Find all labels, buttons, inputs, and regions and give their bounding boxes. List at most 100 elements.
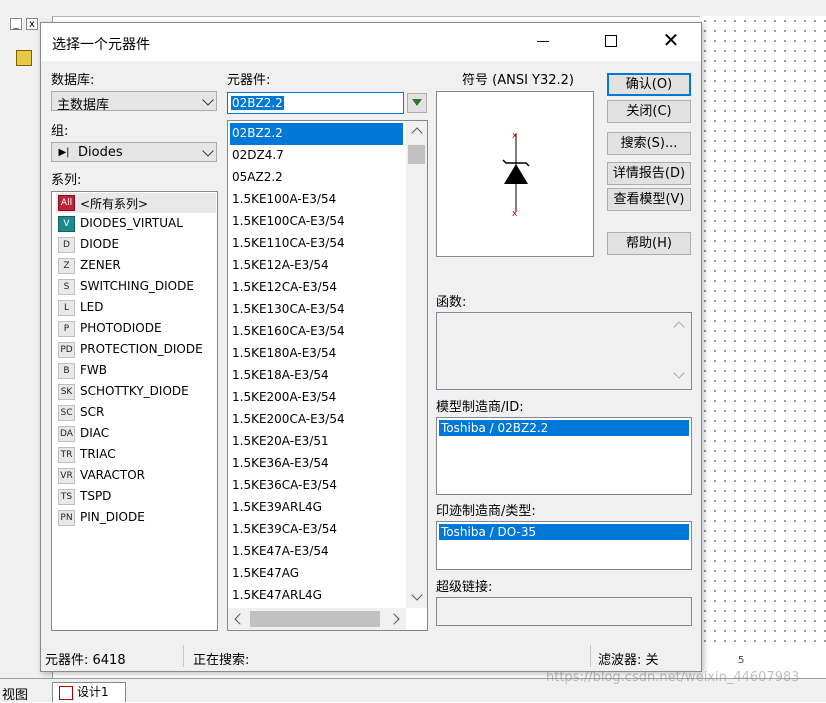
diode-icon: D	[58, 237, 75, 253]
component-vscrollbar[interactable]	[406, 121, 427, 608]
component-item[interactable]: 1.5KE47AG	[230, 563, 403, 585]
component-item[interactable]: 1.5KE160CA-E3/54	[230, 321, 403, 343]
filter-status: 滤波器: 关	[598, 653, 659, 668]
series-item-fwb[interactable]: B FWB	[56, 361, 216, 381]
model-label: 模型制造商/ID:	[436, 400, 524, 415]
series-item-label: <所有系列>	[80, 197, 149, 211]
series-item-all[interactable]: All <所有系列>	[56, 193, 216, 213]
series-item-zener[interactable]: Z ZENER	[56, 256, 216, 276]
watermark: https://blog.csdn.net/weixin_44607983	[546, 670, 800, 685]
minimize-icon	[537, 41, 549, 42]
collapse-button[interactable]: _	[10, 18, 22, 30]
dialog-title: 选择一个元器件	[52, 37, 150, 53]
hscroll-thumb[interactable]	[250, 611, 380, 627]
close-button[interactable]: ✕	[649, 27, 693, 53]
symbol-preview: x x	[436, 91, 594, 257]
component-hscrollbar[interactable]	[228, 608, 406, 630]
maximize-icon	[605, 35, 617, 47]
database-label: 数据库:	[51, 73, 95, 88]
view-tab-label[interactable]: 视图	[2, 684, 28, 703]
component-list[interactable]: 02BZ2.2 02DZ4.7 05AZ2.2 1.5KE100A-E3/54 …	[227, 120, 428, 631]
component-search-input[interactable]: 02BZ2.2	[227, 92, 404, 114]
search-button[interactable]: 搜索(S)...	[607, 132, 691, 155]
component-item[interactable]: 05AZ2.2	[230, 167, 403, 189]
footprint-item[interactable]: Toshiba / DO-35	[439, 524, 689, 540]
hyperlink-field[interactable]	[436, 597, 692, 626]
component-item[interactable]: 1.5KE110CA-E3/54	[230, 233, 403, 255]
component-item[interactable]: 1.5KE39ARL4G	[230, 497, 403, 519]
svg-text:x: x	[512, 131, 518, 141]
report-button[interactable]: 详情报告(D)	[607, 162, 691, 185]
component-item[interactable]: 1.5KE180A-E3/54	[230, 343, 403, 365]
symbol-label: 符号 (ANSI Y32.2)	[462, 73, 574, 88]
database-select[interactable]: 主数据库	[51, 91, 217, 113]
series-item-label: TSPD	[80, 489, 112, 503]
series-list[interactable]: All <所有系列> V DIODES_VIRTUAL D DIODE Z ZE…	[51, 191, 218, 631]
scroll-up-icon[interactable]	[673, 321, 685, 333]
series-item-triac[interactable]: TR TRIAC	[56, 445, 216, 465]
filter-icon	[412, 99, 422, 106]
series-item-pin-diode[interactable]: PN PIN_DIODE	[56, 508, 216, 528]
series-item-schottky-diode[interactable]: SK SCHOTTKY_DIODE	[56, 382, 216, 402]
component-item[interactable]: 02DZ4.7	[230, 145, 403, 167]
series-item-scr[interactable]: SC SCR	[56, 403, 216, 423]
help-button[interactable]: 帮助(H)	[607, 232, 691, 255]
series-item-label: LED	[80, 300, 104, 314]
status-divider	[590, 645, 591, 667]
minimize-button[interactable]	[521, 29, 565, 55]
component-item[interactable]: 02BZ2.2	[230, 123, 403, 145]
view-model-button[interactable]: 查看模型(V)	[607, 188, 691, 211]
model-item[interactable]: Toshiba / 02BZ2.2	[439, 420, 689, 436]
series-item-protection-diode[interactable]: PD PROTECTION_DIODE	[56, 340, 216, 360]
component-item[interactable]: 1.5KE47A-E3/54	[230, 541, 403, 563]
scroll-down-icon[interactable]	[411, 589, 423, 601]
series-item-diac[interactable]: DA DIAC	[56, 424, 216, 444]
maximize-button[interactable]	[589, 29, 633, 55]
ok-button[interactable]: 确认(O)	[607, 73, 691, 96]
model-list[interactable]: Toshiba / 02BZ2.2	[436, 417, 692, 495]
series-item-label: DIODE	[80, 237, 120, 251]
schematic-grid[interactable]	[700, 16, 826, 650]
series-item-diodes-virtual[interactable]: V DIODES_VIRTUAL	[56, 214, 216, 234]
component-item[interactable]: 1.5KE47ARL4G	[230, 585, 403, 607]
scroll-up-icon[interactable]	[411, 127, 423, 139]
scroll-right-icon[interactable]	[388, 613, 400, 625]
component-item[interactable]: 1.5KE20A-E3/51	[230, 431, 403, 453]
filter-button[interactable]	[407, 93, 427, 113]
close-panel-button[interactable]: x	[26, 18, 38, 30]
switching-diode-icon: S	[58, 279, 75, 295]
component-item[interactable]: 1.5KE12CA-E3/54	[230, 277, 403, 299]
series-item-led[interactable]: L LED	[56, 298, 216, 318]
series-item-switching-diode[interactable]: S SWITCHING_DIODE	[56, 277, 216, 297]
chevron-down-icon	[202, 145, 214, 157]
series-item-label: FWB	[80, 363, 107, 377]
component-item[interactable]: 1.5KE36CA-E3/54	[230, 475, 403, 497]
component-item[interactable]: 1.5KE130CA-E3/54	[230, 299, 403, 321]
footprint-list[interactable]: Toshiba / DO-35	[436, 521, 692, 570]
series-item-varactor[interactable]: VR VARACTOR	[56, 466, 216, 486]
series-item-photodiode[interactable]: P PHOTODIODE	[56, 319, 216, 339]
component-item[interactable]: 1.5KE100CA-E3/54	[230, 211, 403, 233]
component-item[interactable]: 1.5KE18A-E3/54	[230, 365, 403, 387]
series-item-diode[interactable]: D DIODE	[56, 235, 216, 255]
diac-icon: DA	[58, 426, 75, 442]
series-item-label: SCHOTTKY_DIODE	[80, 384, 189, 398]
component-item[interactable]: 1.5KE200A-E3/54	[230, 387, 403, 409]
component-item[interactable]: 1.5KE200CA-E3/54	[230, 409, 403, 431]
scroll-left-icon[interactable]	[234, 613, 246, 625]
group-label: 组:	[51, 124, 69, 139]
component-item[interactable]: 1.5KE36A-E3/54	[230, 453, 403, 475]
close-dialog-button[interactable]: 关闭(C)	[607, 100, 691, 123]
scroll-down-icon[interactable]	[673, 367, 685, 379]
series-item-label: DIAC	[80, 426, 110, 440]
folder-icon[interactable]	[16, 50, 32, 66]
component-item[interactable]: 1.5KE12A-E3/54	[230, 255, 403, 277]
scroll-thumb[interactable]	[408, 145, 425, 164]
series-item-tspd[interactable]: TS TSPD	[56, 487, 216, 507]
group-select[interactable]: ▶| Diodes	[51, 142, 217, 162]
design-tab[interactable]: 设计1	[52, 682, 126, 702]
component-item[interactable]: 1.5KE39CA-E3/54	[230, 519, 403, 541]
zener-symbol-icon: x x	[502, 131, 530, 219]
component-item[interactable]: 1.5KE100A-E3/54	[230, 189, 403, 211]
varactor-icon: VR	[58, 468, 75, 484]
